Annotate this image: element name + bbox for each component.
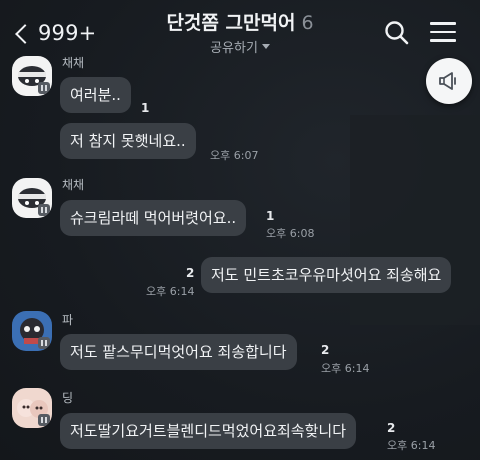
avatar[interactable] bbox=[12, 56, 52, 96]
caret-down-icon bbox=[261, 44, 270, 49]
unread-count: 2 bbox=[387, 421, 396, 435]
chat-header: 999+ 단것쫌 그만먹어 6 공유하기 bbox=[0, 0, 480, 58]
avatar[interactable] bbox=[12, 311, 52, 351]
search-icon bbox=[385, 21, 409, 45]
message-time: 오후 6:14 bbox=[321, 362, 370, 375]
unread-count: 1 bbox=[141, 101, 150, 115]
avatar[interactable] bbox=[12, 178, 52, 218]
my-message-bubble[interactable]: 저도 민트초코우유마셧어요 죄송해요 bbox=[201, 257, 452, 293]
profile-character-icon bbox=[12, 388, 52, 428]
message-bubble[interactable]: 여러분.. bbox=[60, 77, 131, 113]
profile-character-icon bbox=[12, 178, 52, 218]
message-time: 오후 6:07 bbox=[210, 149, 259, 162]
message-bubble[interactable]: 저도 팥스무디먹엇어요 죄송합니다 bbox=[60, 334, 297, 370]
back-button[interactable]: 999+ bbox=[15, 18, 97, 48]
menu-line bbox=[430, 39, 456, 42]
message-time: 오후 6:14 bbox=[387, 439, 436, 452]
background-shade bbox=[350, 115, 480, 325]
share-link[interactable]: 공유하기 bbox=[150, 37, 330, 56]
chevron-left-icon bbox=[15, 23, 35, 44]
chat-title: 단것쫌 그만먹어 bbox=[166, 12, 296, 34]
message-bubble[interactable]: 저 참지 못햇네요.. bbox=[60, 123, 196, 159]
unread-count: 2 bbox=[186, 266, 195, 280]
search-button[interactable] bbox=[384, 20, 410, 46]
unread-count: 2 bbox=[321, 343, 330, 357]
profile-character-icon bbox=[12, 56, 52, 96]
chat-title-area[interactable]: 단것쫌 그만먹어 6 공유하기 bbox=[150, 8, 330, 56]
share-label: 공유하기 bbox=[210, 41, 258, 56]
member-count: 6 bbox=[301, 12, 314, 34]
sender-name: 딩 bbox=[62, 391, 74, 405]
hamburger-menu-icon bbox=[430, 22, 456, 25]
avatar[interactable] bbox=[12, 388, 52, 428]
sender-name: 채채 bbox=[62, 178, 85, 192]
message-time: 오후 6:08 bbox=[266, 227, 315, 240]
menu-line bbox=[430, 30, 456, 33]
menu-button[interactable] bbox=[430, 22, 456, 44]
sender-name: 파 bbox=[62, 313, 74, 327]
megaphone-icon bbox=[439, 72, 456, 90]
announcement-button[interactable] bbox=[426, 58, 472, 104]
message-bubble[interactable]: 슈크림라떼 먹어버렷어요.. bbox=[60, 200, 247, 236]
profile-character-icon bbox=[12, 311, 52, 351]
message-time: 오후 6:14 bbox=[146, 285, 195, 298]
unread-total-count: 999+ bbox=[38, 21, 97, 45]
sender-name: 채채 bbox=[62, 56, 85, 70]
unread-count: 1 bbox=[266, 209, 275, 223]
message-bubble[interactable]: 저도딸기요거트블렌디드먹었어요죄속핮니다 bbox=[60, 413, 357, 449]
